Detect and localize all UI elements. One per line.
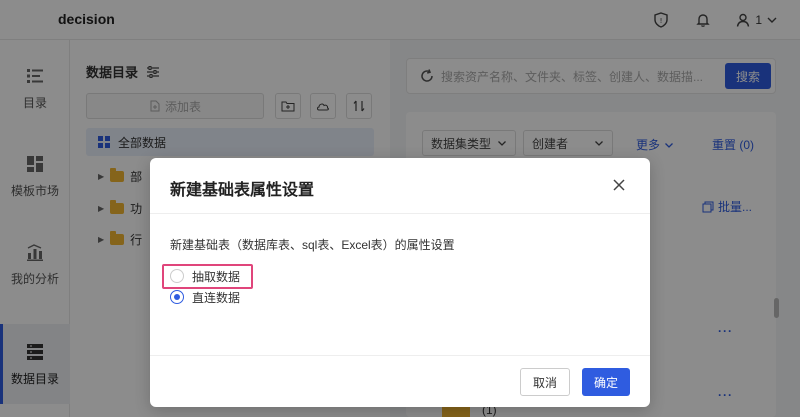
dialog-description: 新建基础表（数据库表、sql表、Excel表）的属性设置	[170, 238, 455, 252]
confirm-button[interactable]: 确定	[582, 368, 630, 396]
cancel-button[interactable]: 取消	[520, 368, 570, 396]
divider	[150, 355, 650, 356]
radio-option-direct[interactable]: 直连数据	[170, 288, 240, 306]
close-icon[interactable]	[610, 176, 628, 194]
radio-option-extract[interactable]: 抽取数据	[170, 267, 240, 285]
dialog-title: 新建基础表属性设置	[170, 182, 315, 199]
base-table-settings-dialog: 新建基础表属性设置 新建基础表（数据库表、sql表、Excel表）的属性设置 抽…	[150, 158, 650, 407]
radio-button[interactable]	[170, 290, 184, 304]
divider	[150, 213, 650, 214]
radio-button[interactable]	[170, 269, 184, 283]
